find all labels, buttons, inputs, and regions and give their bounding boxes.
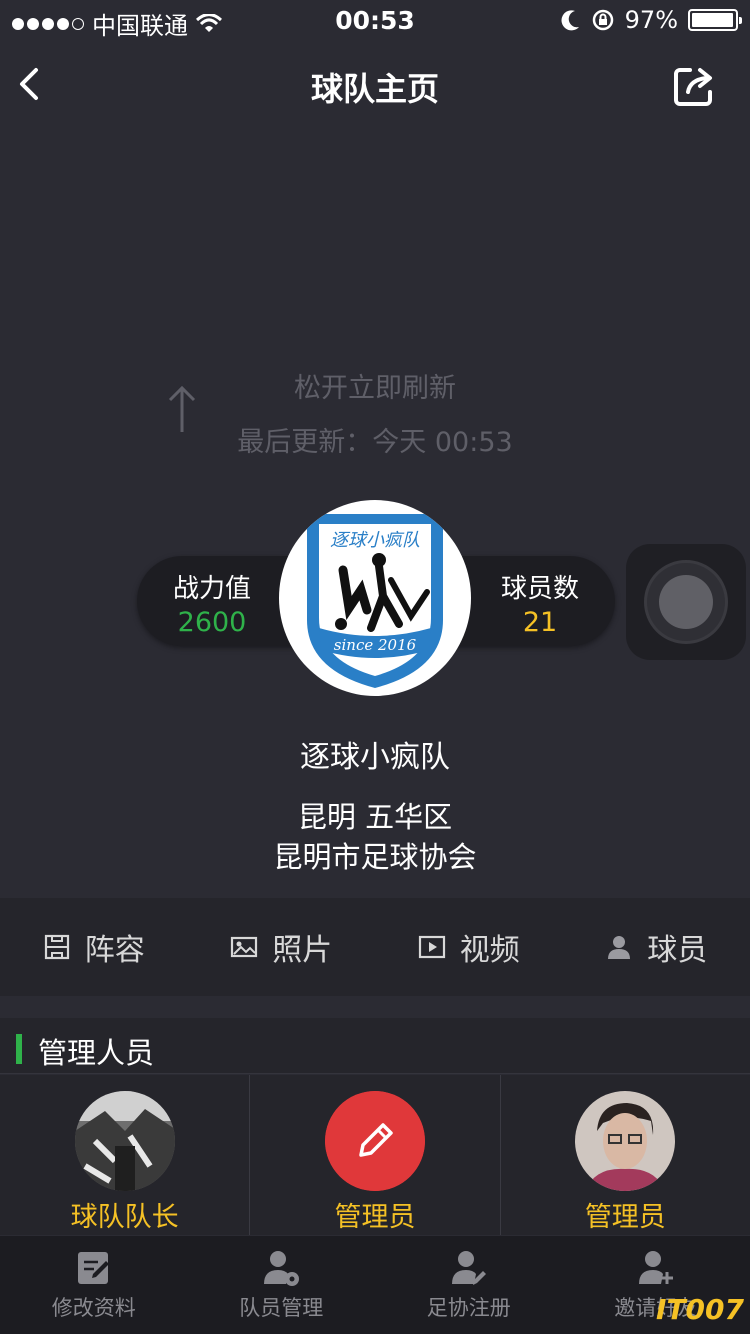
managers-section-header: 管理人员	[0, 1018, 750, 1074]
player-icon	[608, 936, 631, 959]
tab-videos-label: 视频	[459, 933, 520, 968]
refresh-release-text: 松开立即刷新	[294, 373, 456, 404]
toolbar-label: 队员管理	[239, 1296, 324, 1320]
page-title: 球队主页	[310, 70, 439, 108]
section-divider	[0, 996, 750, 1018]
battery-icon	[688, 9, 742, 31]
team-name: 逐球小疯队	[300, 740, 450, 775]
rotation-lock-icon	[592, 9, 613, 31]
tab-videos[interactable]: 视频	[375, 898, 563, 996]
pull-refresh-hint: 松开立即刷新 最后更新：今天 00:53	[0, 360, 750, 460]
moon-icon	[561, 10, 579, 31]
manager-item-edit[interactable]: 管理员	[249, 1075, 499, 1235]
tab-photos[interactable]: 照片	[188, 898, 376, 996]
power-value: 2600	[177, 607, 247, 638]
manager-item-captain[interactable]: 球队队长	[0, 1075, 249, 1235]
add-member-icon	[639, 1251, 674, 1284]
edit-button[interactable]	[324, 1091, 425, 1191]
photo-icon	[231, 936, 258, 958]
section-accent-bar	[16, 1034, 22, 1064]
video-icon	[418, 935, 445, 959]
nav-bar: 球队主页	[0, 40, 750, 128]
member-settings-icon	[264, 1251, 300, 1286]
bottom-toolbar: 修改资料 队员管理 足协注册 邀请好友	[0, 1236, 750, 1334]
tab-players[interactable]: 球员	[563, 898, 750, 996]
status-right: 97%	[561, 6, 742, 34]
team-crest-icon: 逐球小疯队 since 2016	[307, 514, 443, 688]
power-label: 战力值	[172, 574, 251, 604]
refresh-last-update: 最后更新：今天 00:53	[237, 427, 513, 458]
member-edit-icon	[451, 1251, 486, 1285]
logo-banner-text: 逐球小疯队	[330, 530, 420, 551]
team-association: 昆明市足球协会	[273, 840, 477, 874]
team-location: 昆明 五华区	[297, 800, 453, 834]
manager-role: 管理员	[334, 1202, 416, 1233]
manager-role: 管理员	[584, 1202, 666, 1233]
toolbar-fa-register[interactable]: 足协注册	[375, 1236, 563, 1334]
pencil-icon	[324, 1091, 425, 1191]
manager-item-admin[interactable]: 管理员	[499, 1075, 750, 1235]
share-icon[interactable]	[670, 62, 718, 110]
avatar	[575, 1091, 676, 1191]
managers-list: 球队队长 管理员 管理员	[0, 1075, 750, 1235]
toolbar-label: 修改资料	[51, 1296, 136, 1320]
toolbar-member-manage[interactable]: 队员管理	[188, 1236, 376, 1334]
watermark-logo: IT007	[656, 1293, 744, 1326]
manager-role: 球队队长	[70, 1202, 179, 1233]
players-value: 21	[522, 607, 558, 638]
tab-photos-label: 照片	[272, 933, 333, 968]
battery-percent: 97%	[624, 6, 678, 34]
logo-since-text: since 2016	[334, 636, 417, 654]
tab-players-label: 球员	[647, 933, 708, 968]
status-bar: 中国联通 00:53 97%	[0, 0, 750, 40]
edit-profile-icon	[77, 1252, 109, 1284]
toolbar-edit-profile[interactable]: 修改资料	[0, 1236, 188, 1334]
lineup-icon	[44, 934, 69, 960]
tab-lineup[interactable]: 阵容	[0, 898, 188, 996]
players-label: 球员数	[500, 574, 579, 604]
tab-lineup-label: 阵容	[84, 933, 145, 968]
team-logo[interactable]: 逐球小疯队 since 2016	[279, 500, 471, 696]
section-title: 管理人员	[38, 1036, 155, 1070]
assistive-touch-button[interactable]	[626, 544, 746, 660]
avatar	[74, 1091, 175, 1191]
team-tabs: 阵容 照片 视频 球员	[0, 898, 750, 996]
toolbar-label: 足协注册	[426, 1296, 511, 1320]
